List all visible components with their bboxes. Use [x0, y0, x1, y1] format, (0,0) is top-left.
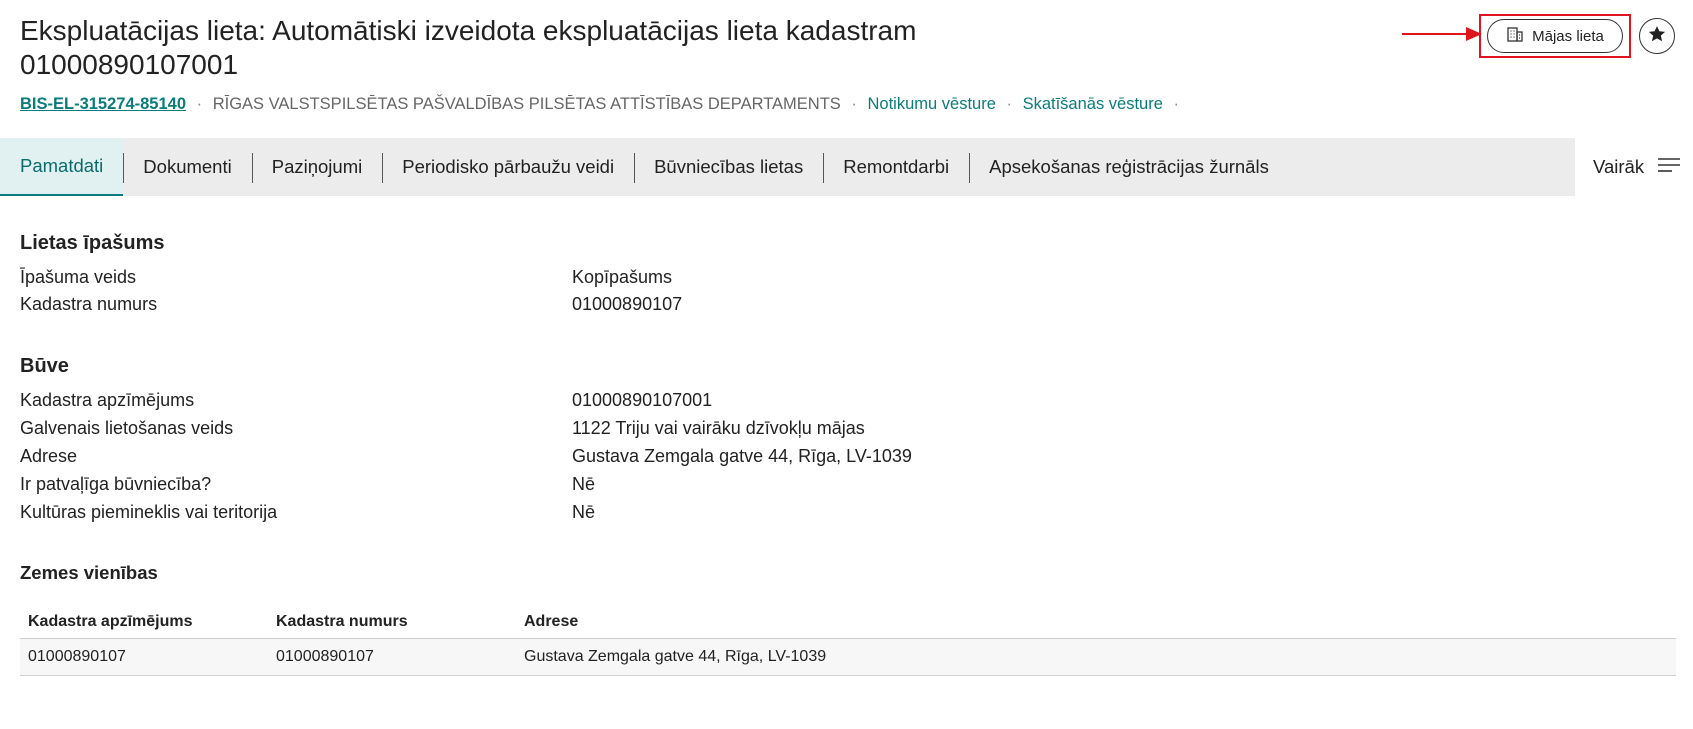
- tab-remontdarbi[interactable]: Remontdarbi: [823, 138, 969, 196]
- field-label: Kadastra apzīmējums: [20, 390, 195, 410]
- field-value: Nē: [572, 502, 596, 522]
- view-history-link[interactable]: Skatīšanās vēsture: [1023, 95, 1163, 113]
- column-header[interactable]: Kadastra apzīmējums: [20, 606, 268, 639]
- table-cell: 01000890107: [268, 638, 516, 676]
- field-label: Kultūras piemineklis vai teritorija: [20, 502, 278, 522]
- table-cell: Gustava Zemgala gatve 44, Rīga, LV-1039: [516, 638, 1676, 676]
- highlight-annotation: Mājas lieta: [1479, 14, 1631, 58]
- favorite-button[interactable]: [1639, 18, 1675, 54]
- department-name: RĪGAS VALSTSPILSĒTAS PAŠVALDĪBAS PILSĒTA…: [212, 95, 841, 113]
- separator: ·: [196, 95, 203, 113]
- more-tabs-button[interactable]: Vairāk: [1575, 138, 1693, 196]
- field-label: Īpašuma veids: [20, 267, 137, 287]
- land-section-title: Zemes vienības: [20, 562, 158, 583]
- star-icon: [1647, 24, 1667, 49]
- property-section-title: Lietas īpašums: [20, 232, 165, 254]
- field-value: 01000890107001: [572, 390, 713, 410]
- table-header-row: Kadastra apzīmējums Kadastra numurs Adre…: [20, 606, 1676, 639]
- separator: ·: [851, 95, 857, 113]
- house-case-button[interactable]: Mājas lieta: [1487, 19, 1623, 53]
- page-header: Ekspluatācijas lieta: Automātiski izveid…: [20, 14, 1020, 82]
- separator: ·: [1173, 95, 1180, 113]
- field-label: Kadastra numurs: [20, 294, 158, 314]
- separator: ·: [1006, 95, 1012, 113]
- case-id-link[interactable]: BIS-EL-315274-85140: [20, 95, 186, 113]
- tab-periodisko-parbauzu-veidi[interactable]: Periodisko pārbaužu veidi: [382, 138, 634, 196]
- event-history-link[interactable]: Notikumu vēsture: [868, 95, 996, 113]
- column-header[interactable]: Adrese: [516, 606, 1676, 639]
- tab-pamatdati[interactable]: Pamatdati: [0, 138, 124, 196]
- field-label: Galvenais lietošanas veids: [20, 418, 234, 438]
- field-value: Gustava Zemgala gatve 44, Rīga, LV-1039: [572, 446, 912, 466]
- column-header[interactable]: Kadastra numurs: [268, 606, 516, 639]
- land-units-table: Kadastra apzīmējums Kadastra numurs Adre…: [20, 606, 1676, 676]
- page-title: Ekspluatācijas lieta: Automātiski izveid…: [20, 15, 917, 80]
- field-label: Ir patvaļīga būvniecība?: [20, 474, 212, 494]
- tab-buvniecibas-lietas[interactable]: Būvniecības lietas: [634, 138, 823, 196]
- case-meta: BIS-EL-315274-85140 · RĪGAS VALSTSPILSĒT…: [20, 95, 1185, 114]
- field-value: 1122 Triju vai vairāku dzīvokļu mājas: [572, 418, 865, 438]
- field-value: Nē: [572, 474, 596, 494]
- field-value: 01000890107: [572, 294, 683, 314]
- red-arrow-annotation: [1402, 27, 1482, 41]
- menu-lines-icon: [1658, 156, 1681, 178]
- more-label: Vairāk: [1593, 156, 1645, 177]
- tab-dokumenti[interactable]: Dokumenti: [123, 138, 251, 196]
- tab-pazinojumi[interactable]: Paziņojumi: [251, 138, 383, 196]
- field-label: Adrese: [20, 446, 78, 466]
- table-cell: 01000890107: [20, 638, 268, 676]
- building-icon: [1506, 25, 1524, 47]
- house-case-label: Mājas lieta: [1532, 27, 1604, 45]
- building-section-title: Būve: [20, 355, 69, 377]
- top-actions: Mājas lieta: [1479, 14, 1675, 58]
- table-row[interactable]: 01000890107 01000890107 Gustava Zemgala …: [20, 638, 1676, 676]
- tab-bar: Pamatdati Dokumenti Paziņojumi Periodisk…: [0, 138, 1693, 196]
- field-value: Kopīpašums: [572, 267, 673, 287]
- tab-apsekosanas-zurnals[interactable]: Apsekošanas reģistrācijas žurnāls: [969, 138, 1289, 196]
